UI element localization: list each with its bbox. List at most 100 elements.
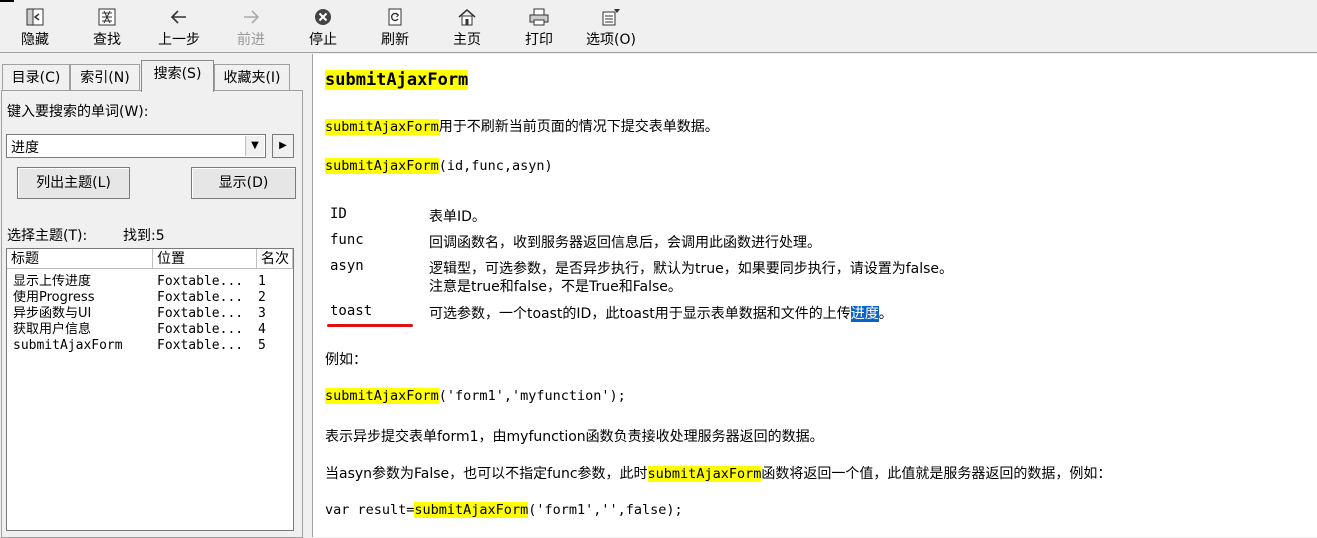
home-icon	[458, 9, 476, 26]
stop-button[interactable]: 停止	[293, 4, 353, 52]
param-desc: 回调函数名，收到服务器返回信息后，会调用此函数进行处理。	[429, 235, 821, 251]
function-name-highlight: submitAjaxForm	[325, 158, 439, 174]
example-label: 例如：	[325, 352, 367, 368]
var-example: var result=submitAjaxForm('form1','',fal…	[325, 502, 683, 518]
result-rank: 4	[258, 322, 266, 337]
back-label: 上一步	[158, 32, 200, 48]
results-list[interactable]: 标题 位置 名次 显示上传进度 Foxtable... 1 使用Progress…	[6, 248, 294, 531]
nav-tabs: 目录(C) 索引(N) 搜索(S) 收藏夹(I)	[0, 60, 304, 92]
chevron-right-icon: ▶	[279, 140, 287, 151]
result-title: 使用Progress	[13, 290, 95, 305]
param-desc-text: 可选参数，一个toast的ID，此toast用于显示表单数据和文件的上传	[429, 306, 851, 322]
tab-contents[interactable]: 目录(C)	[2, 64, 70, 90]
result-title: 显示上传进度	[13, 274, 92, 289]
param-name: toast	[330, 303, 373, 319]
hide-icon	[26, 8, 44, 26]
sync-note-suffix: 函数将返回一个值，此值就是服务器返回的数据，例如：	[761, 466, 1112, 482]
stop-icon	[315, 9, 331, 25]
result-title: submitAjaxForm	[13, 338, 123, 353]
param-name: ID	[330, 206, 347, 222]
var-example-prefix: var result=	[325, 502, 415, 518]
function-name-highlight: submitAjaxForm	[647, 466, 762, 482]
toolbar: 隐藏 查找 上一步 前进 停止 刷新 主页 打印 选项(O)	[0, 4, 1317, 53]
window-corner-mark	[0, 0, 14, 2]
refresh-button[interactable]: 刷新	[365, 4, 425, 52]
column-header-title[interactable]: 标题	[7, 249, 153, 269]
display-button[interactable]: 显示(D)	[191, 167, 296, 199]
forward-arrow-icon	[244, 10, 260, 24]
keyword-menu-button[interactable]: ▶	[272, 134, 294, 158]
result-location: Foxtable...	[157, 274, 244, 289]
locate-button[interactable]: 查找	[77, 4, 137, 52]
chevron-down-icon[interactable]: ▼	[245, 136, 264, 156]
back-button[interactable]: 上一步	[149, 4, 209, 52]
annotation-underline	[327, 324, 413, 327]
home-button[interactable]: 主页	[437, 4, 497, 52]
back-arrow-icon	[170, 10, 186, 24]
list-item[interactable]: submitAjaxForm Foxtable... 5	[7, 338, 293, 354]
param-name: func	[330, 232, 364, 248]
navigation-pane: 目录(C) 索引(N) 搜索(S) 收藏夹(I) 键入要搜索的单词(W): 进度…	[0, 54, 304, 538]
column-header-location[interactable]: 位置	[153, 249, 257, 269]
sync-note-prefix: 当asyn参数为False，也可以不指定func参数，此时	[325, 466, 648, 482]
example-code: submitAjaxForm('form1','myfunction');	[325, 388, 626, 404]
search-input[interactable]: 进度 ▼	[6, 134, 266, 158]
param-desc-end: 。	[878, 306, 893, 322]
sync-note: 当asyn参数为False，也可以不指定func参数，此时submitAjaxF…	[325, 463, 1111, 483]
locate-label: 查找	[93, 32, 121, 48]
hide-button[interactable]: 隐藏	[5, 4, 65, 52]
result-location: Foxtable...	[157, 290, 244, 305]
page-title: submitAjaxForm	[325, 70, 469, 90]
result-title: 异步函数与UI	[13, 306, 92, 321]
function-name-highlight: submitAjaxForm	[325, 119, 439, 135]
tab-search[interactable]: 搜索(S)	[141, 60, 214, 92]
stop-label: 停止	[309, 32, 337, 48]
options-icon	[602, 9, 620, 26]
param-desc: 可选参数，一个toast的ID，此toast用于显示表单数据和文件的上传进度。	[429, 303, 893, 323]
example-code-args: ('form1','myfunction');	[438, 388, 626, 404]
description-text: 用于不刷新当前页面的情况下提交表单数据。	[438, 119, 719, 135]
list-item[interactable]: 异步函数与UI Foxtable... 3	[7, 306, 293, 322]
function-name-highlight: submitAjaxForm	[325, 388, 439, 404]
list-topics-button[interactable]: 列出主题(L)	[17, 167, 130, 199]
printer-icon	[529, 8, 549, 26]
result-rank: 1	[258, 274, 266, 289]
param-desc-note: 注意是true和false，不是True和False。	[429, 279, 682, 295]
example-description: 表示异步提交表单form1，由myfunction函数负责接收处理服务器返回的数…	[325, 429, 824, 445]
list-item[interactable]: 显示上传进度 Foxtable... 1	[7, 274, 293, 290]
column-header-rank[interactable]: 名次	[257, 249, 293, 269]
param-desc: 表单ID。	[429, 209, 486, 225]
var-example-args: ('form1','',false);	[528, 502, 683, 518]
forward-button[interactable]: 前进	[221, 4, 281, 52]
param-desc: 逻辑型，可选参数，是否异步执行，默认为true，如果要同步执行，请设置为fals…	[429, 261, 954, 277]
hide-label: 隐藏	[21, 32, 49, 48]
tab-favorites[interactable]: 收藏夹(I)	[214, 64, 290, 90]
result-rank: 5	[258, 338, 266, 353]
topic-content: submitAjaxForm submitAjaxForm用于不刷新当前页面的情…	[312, 54, 1317, 537]
param-name: asyn	[330, 258, 364, 274]
search-prompt-label: 键入要搜索的单词(W):	[7, 104, 149, 120]
function-name-highlight: submitAjaxForm	[414, 502, 529, 518]
result-title: 获取用户信息	[13, 322, 92, 337]
tab-index[interactable]: 索引(N)	[70, 64, 140, 90]
forward-label: 前进	[237, 32, 265, 48]
options-label: 选项(O)	[586, 32, 636, 48]
result-rank: 2	[258, 290, 266, 305]
selected-search-term: 进度	[850, 306, 879, 322]
options-button[interactable]: 选项(O)	[581, 4, 641, 52]
print-button[interactable]: 打印	[509, 4, 569, 52]
list-item[interactable]: 获取用户信息 Foxtable... 4	[7, 322, 293, 338]
home-label: 主页	[453, 32, 481, 48]
list-item[interactable]: 使用Progress Foxtable... 2	[7, 290, 293, 306]
description: submitAjaxForm用于不刷新当前页面的情况下提交表单数据。	[325, 116, 719, 136]
signature: submitAjaxForm(id,func,asyn)	[325, 158, 553, 174]
search-input-value: 进度	[11, 140, 39, 156]
refresh-icon	[388, 8, 402, 26]
locate-icon	[98, 8, 116, 26]
result-location: Foxtable...	[157, 306, 244, 321]
refresh-label: 刷新	[381, 32, 409, 48]
signature-args: (id,func,asyn)	[438, 158, 553, 174]
print-label: 打印	[525, 32, 553, 48]
result-location: Foxtable...	[157, 322, 244, 337]
select-topic-label: 选择主题(T):	[7, 228, 88, 244]
